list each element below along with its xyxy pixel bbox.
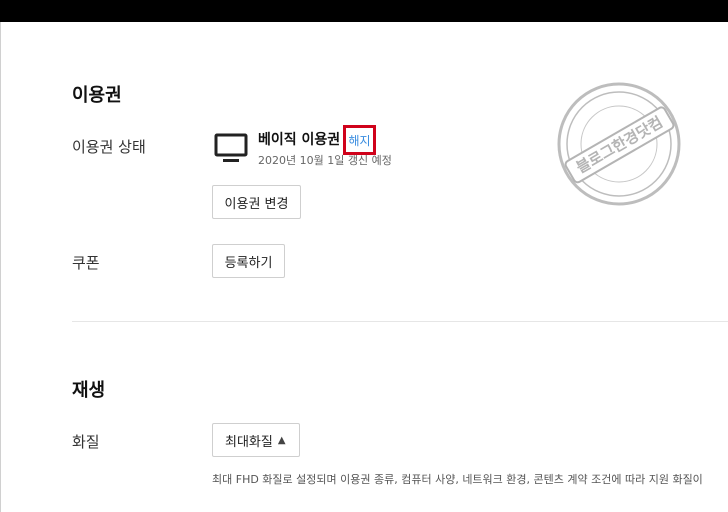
quality-select[interactable]: 최대화질 ▲︎ <box>212 423 300 457</box>
tv-icon <box>214 133 248 162</box>
section-title-playback: 재생 <box>72 380 106 401</box>
section-title-subscription: 이용권 <box>72 85 122 106</box>
change-plan-button[interactable]: 이용권 변경 <box>212 185 301 219</box>
quality-selected-value: 최대화질 <box>225 434 273 450</box>
renewal-date-text: 2020년 10월 1일 갱신 예정 <box>258 154 392 167</box>
cancel-subscription-link[interactable]: 해지 <box>343 125 376 155</box>
frame-border <box>0 22 1 512</box>
top-bar <box>0 0 728 22</box>
quality-note: 최대 FHD 화질로 설정되며 이용권 종류, 컴퓨터 사양, 네트워크 환경,… <box>212 473 703 486</box>
coupon-label: 쿠폰 <box>72 254 100 272</box>
sort-caret-icon: ▲︎ <box>277 434 286 446</box>
quality-label: 화질 <box>72 433 100 451</box>
section-divider <box>72 321 728 322</box>
subscription-status-label: 이용권 상태 <box>72 138 146 156</box>
register-coupon-button[interactable]: 등록하기 <box>212 244 285 278</box>
plan-name: 베이직 이용권 <box>258 132 341 148</box>
stamp-watermark-icon: 블로그한경닷컴 <box>557 82 681 206</box>
